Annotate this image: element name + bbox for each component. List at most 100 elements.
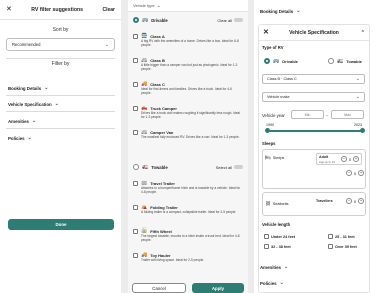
option-fifth-wheel[interactable]: 🚋 Fifth Wheel The largest towable, mounts… (133, 228, 243, 243)
checkbox[interactable] (133, 33, 138, 39)
option-desc: Ideal for first-timers and families. Dri… (141, 87, 232, 95)
panel-header: ✕ RV filter suggestions Clear (0, 0, 121, 20)
length-under-24[interactable]: Under 24 feet (264, 234, 295, 239)
minus-button[interactable]: − (346, 170, 352, 176)
done-button[interactable]: Done (8, 219, 114, 230)
option-desc: The smallest fully enclosed RV. Drives l… (141, 135, 240, 139)
checkbox[interactable] (133, 252, 138, 258)
length-label: Over 39 feet (335, 244, 357, 249)
toggle[interactable] (234, 165, 243, 169)
option-folding-trailer[interactable]: ⛺ Folding Trailer A folding trailer is a … (133, 204, 243, 215)
option-name: Camper Van (150, 129, 174, 135)
adult-count: 0 (348, 156, 352, 162)
checkbox[interactable] (133, 129, 138, 135)
length-label: Under 24 feet (271, 234, 296, 239)
trailer-icon: 🚛 (337, 58, 344, 64)
type-of-rv-label: Type of RV (262, 45, 284, 50)
adult-label: Adult (319, 155, 329, 159)
section-policies[interactable]: Policies ⌄ (0, 135, 40, 141)
length-32-38[interactable]: 32 - 38 feet (264, 244, 291, 249)
drivable-radio[interactable] (133, 17, 139, 23)
section-booking-details[interactable]: Booking Details ⌄ (254, 8, 306, 14)
option-desc: A big RV with the amenities of a home. D… (141, 39, 239, 47)
section-booking-details[interactable]: Booking Details ⌄ (0, 85, 56, 91)
close-icon[interactable]: ✕ (263, 29, 269, 36)
close-icon[interactable]: ✕ (6, 6, 12, 13)
checkbox[interactable] (328, 234, 333, 239)
plus-button[interactable]: + (358, 198, 364, 204)
vehicle-make-dropdown[interactable]: Vehicle make ⌄ (262, 92, 365, 102)
clear-all-link[interactable]: Clear all (217, 18, 232, 23)
apply-button[interactable]: Apply (192, 283, 244, 293)
vehicle-type-header[interactable]: Vehicle type ⌄ (128, 0, 248, 12)
vehicle-specification-panel: Booking Details ⌄ ✕ Vehicle Specification… (254, 0, 375, 293)
checkbox[interactable] (133, 180, 138, 186)
option-name: Truck Camper (150, 105, 177, 111)
option-class-b[interactable]: 🚐 Class B A little bigger than a camper v… (133, 57, 243, 72)
option-truck-camper[interactable]: 🛻 Truck Camper Drives like a truck and ma… (133, 105, 243, 120)
chevron-down-icon: ⌄ (355, 76, 360, 82)
length-over-39[interactable]: Over 39 feet (328, 244, 357, 249)
option-desc: The largest towable, mounts to a hitch i… (141, 234, 240, 242)
clear-button[interactable]: Clear (102, 7, 115, 13)
minus-button[interactable]: − (346, 198, 352, 204)
section-vehicle-specification[interactable]: Vehicle Specification ⌄ (0, 101, 67, 107)
trailer-icon: 🚛 (142, 164, 149, 170)
section-label: Booking Details (260, 8, 294, 14)
year-slider-track[interactable] (267, 130, 362, 132)
minus-button[interactable]: − (341, 156, 347, 162)
checkbox[interactable] (133, 105, 138, 111)
option-class-c[interactable]: 🚚 Class C Ideal for first-timers and fami… (133, 81, 243, 96)
toggle[interactable] (234, 18, 243, 22)
plus-button[interactable]: + (353, 156, 359, 162)
year-end: 2023 (354, 123, 362, 127)
section-label: Amenities (260, 264, 281, 270)
year-min-input[interactable]: Min (291, 110, 324, 119)
checkbox[interactable] (264, 234, 269, 239)
vehicle-make-value: Vehicle make (267, 95, 290, 99)
bed-icon: 🛏 (265, 155, 271, 160)
select-all-link[interactable]: Select all (216, 165, 232, 170)
seatbelt-icon: ⛓ (265, 201, 271, 206)
section-label: Booking Details (8, 85, 42, 91)
year-slider-min-handle[interactable] (265, 128, 270, 133)
section-amenities[interactable]: Amenities ⌄ (0, 118, 44, 124)
sort-select[interactable]: Recommended ⌄ (6, 38, 115, 51)
option-class-a[interactable]: 🚍 Class A A big RV with the amenities of … (133, 33, 243, 48)
chevron-up-icon[interactable]: ⌃ (361, 30, 365, 36)
option-name: Folding Trailer (150, 204, 178, 210)
vehicle-length-label: Vehicle length (262, 222, 291, 227)
chevron-down-icon: ⌄ (279, 280, 284, 286)
length-25-31[interactable]: 25 - 31 feet (328, 234, 355, 239)
checkbox[interactable] (133, 228, 138, 234)
section-amenities[interactable]: Amenities ⌄ (254, 264, 294, 270)
chevron-down-icon: ⌄ (104, 41, 109, 48)
year-max-input[interactable]: Max (331, 110, 364, 119)
checkbox[interactable] (133, 204, 138, 210)
option-travel-trailer[interactable]: 🚃 Travel Trailer Attaches to a bumper/fra… (133, 180, 243, 195)
child-stepper: − 0 + (346, 170, 364, 176)
option-camper-van[interactable]: 🚐 Camper Van The smallest fully enclosed … (133, 129, 243, 140)
towable-radio[interactable] (133, 164, 139, 170)
chevron-down-icon: ⌄ (156, 2, 161, 9)
section-policies[interactable]: Policies ⌄ (254, 280, 290, 286)
checkbox[interactable] (133, 57, 138, 63)
length-label: 25 - 31 feet (335, 234, 355, 239)
towable-radio[interactable] (328, 58, 334, 64)
checkbox[interactable] (264, 244, 269, 249)
drivable-option[interactable]: 🚌 Drivable (264, 58, 298, 64)
drivable-radio[interactable] (264, 58, 270, 64)
cancel-button[interactable]: Cancel (132, 283, 186, 293)
plus-button[interactable]: + (358, 170, 364, 176)
sort-by-label: Sort by (52, 27, 69, 33)
option-toy-hauler[interactable]: 🚚 Toy Hauler Trailer with living space. I… (133, 252, 243, 263)
checkbox[interactable] (133, 81, 138, 87)
chevron-down-icon: ⌄ (355, 94, 360, 100)
towable-option[interactable]: 🚛 Towable (328, 58, 362, 64)
year-slider-max-handle[interactable] (360, 128, 365, 133)
divider (121, 0, 128, 293)
checkbox[interactable] (328, 244, 333, 249)
class-dropdown[interactable]: Class B · Class C ⌄ (262, 74, 365, 84)
adult-stepper: − 0 + (341, 156, 359, 162)
seatbelts-label: Seatbelts (272, 202, 289, 206)
